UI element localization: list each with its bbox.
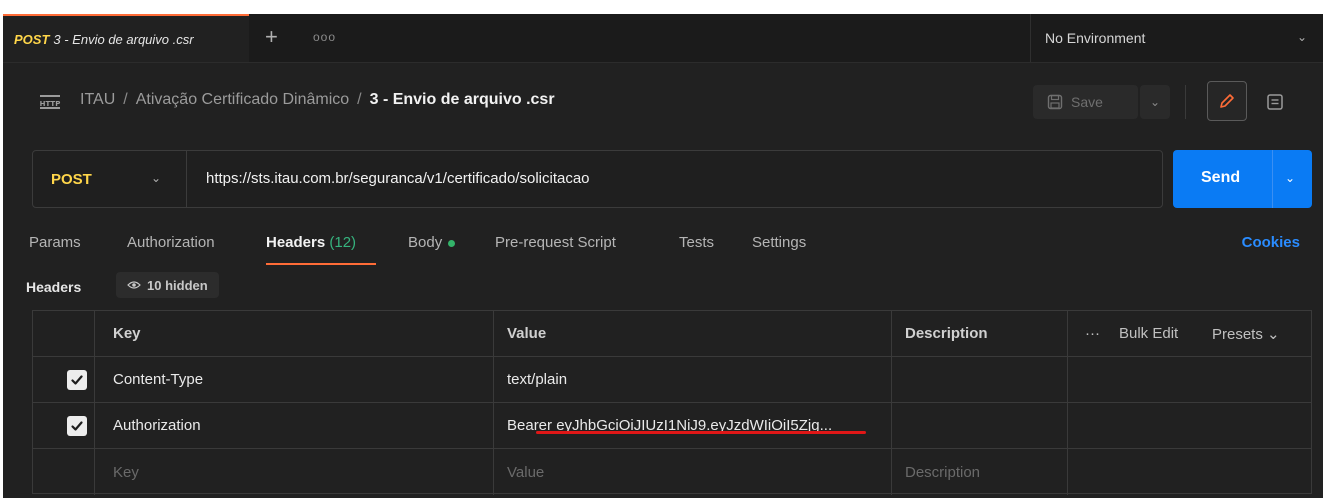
environment-label: No Environment xyxy=(1045,30,1146,46)
toolbar-divider xyxy=(1185,85,1186,119)
url-input[interactable]: https://sts.itau.com.br/seguranca/v1/cer… xyxy=(206,170,590,187)
tab-headers-label: Headers xyxy=(266,234,326,251)
method-select[interactable]: POST xyxy=(51,171,92,188)
new-tab-icon[interactable]: + xyxy=(265,24,278,50)
table-row: Authorization Bearer eyJhbGciOiJIUzI1NiJ… xyxy=(33,403,1311,449)
header-value-cell[interactable]: text/plain xyxy=(507,357,567,402)
breadcrumb: ITAU / Ativação Certificado Dinâmico / 3 - E… xyxy=(80,91,555,109)
tab-body[interactable]: Body xyxy=(408,234,456,251)
table-row: Content-Type text/plain xyxy=(33,357,1311,403)
save-options-button[interactable]: ⌄ xyxy=(1140,85,1170,119)
tab-headers-count: (12) xyxy=(329,234,357,251)
table-header-row: Key Value Description ··· Bulk Edit Pres… xyxy=(33,311,1311,357)
cookies-link[interactable]: Cookies xyxy=(1242,234,1300,251)
header-key-cell[interactable]: Authorization xyxy=(113,403,201,448)
breadcrumb-current[interactable]: 3 - Envio de arquivo .csr xyxy=(370,91,555,108)
http-icon: HTTP xyxy=(40,95,61,109)
request-tabs: Params Authorization Headers (12) Body P… xyxy=(3,220,1323,265)
document-icon xyxy=(1267,94,1283,110)
request-tab[interactable]: POST 3 - Envio de arquivo .csr xyxy=(3,14,249,62)
breadcrumb-separator: / xyxy=(357,91,362,108)
chevron-down-icon[interactable]: ⌄ xyxy=(151,171,161,185)
tab-params[interactable]: Params xyxy=(29,234,81,251)
presets-dropdown[interactable]: Presets ⌄ xyxy=(1212,311,1280,356)
column-header-key: Key xyxy=(113,325,141,342)
url-divider xyxy=(186,151,187,207)
request-url-bar: POST ⌄ https://sts.itau.com.br/seguranca… xyxy=(32,150,1163,208)
headers-table: Key Value Description ··· Bulk Edit Pres… xyxy=(32,310,1312,495)
chevron-down-icon: ⌄ xyxy=(1296,30,1307,44)
new-description-input[interactable]: Description xyxy=(905,449,980,495)
pencil-icon xyxy=(1220,94,1234,108)
row-checkbox[interactable] xyxy=(67,370,87,390)
postman-request-window: POST 3 - Envio de arquivo .csr + ooo No … xyxy=(3,14,1323,498)
chevron-down-icon[interactable]: ⌄ xyxy=(1285,171,1295,185)
headers-section-label: Headers xyxy=(26,279,82,295)
breadcrumb-row: HTTP ITAU / Ativação Certificado Dinâmico /… xyxy=(3,62,1323,148)
more-options-icon[interactable]: ··· xyxy=(1085,311,1100,356)
tab-headers[interactable]: Headers (12) xyxy=(266,234,356,251)
tab-authorization[interactable]: Authorization xyxy=(127,234,215,251)
tab-method: POST xyxy=(14,31,50,47)
active-tab-indicator xyxy=(266,263,376,265)
column-header-value: Value xyxy=(507,325,547,342)
tab-body-label: Body xyxy=(408,234,443,251)
token-annotation-underline xyxy=(536,431,866,434)
new-value-input[interactable]: Value xyxy=(507,449,544,495)
screenshot-frame: POST 3 - Envio de arquivo .csr + ooo No … xyxy=(0,0,1326,501)
row-checkbox[interactable] xyxy=(67,416,87,436)
column-header-description: Description xyxy=(905,325,988,342)
documentation-button[interactable] xyxy=(1258,85,1292,119)
save-icon xyxy=(1047,94,1063,110)
header-value-cell[interactable]: Bearer eyJhbGciOiJIUzI1NiJ9.eyJzdWIiOiI5… xyxy=(507,403,832,448)
tab-bar: POST 3 - Envio de arquivo .csr + ooo No … xyxy=(3,14,1323,63)
send-divider xyxy=(1272,150,1273,208)
breadcrumb-separator: / xyxy=(123,91,128,108)
tab-title: 3 - Envio de arquivo .csr xyxy=(53,31,194,47)
hidden-headers-label: 10 hidden xyxy=(147,277,208,293)
save-button[interactable]: Save xyxy=(1033,85,1138,119)
environment-select[interactable]: No Environment ⌄ xyxy=(1030,14,1323,62)
breadcrumb-folder[interactable]: Ativação Certificado Dinâmico xyxy=(136,91,349,108)
bulk-edit-button[interactable]: Bulk Edit xyxy=(1119,311,1178,356)
save-label: Save xyxy=(1071,94,1103,110)
tab-prerequest-script[interactable]: Pre-request Script xyxy=(495,234,616,251)
checkmark-icon xyxy=(71,375,83,385)
tab-tests[interactable]: Tests xyxy=(679,234,714,251)
eye-icon xyxy=(127,281,141,289)
new-key-input[interactable]: Key xyxy=(113,449,139,495)
body-status-dot xyxy=(448,239,456,247)
svg-text:HTTP: HTTP xyxy=(40,100,61,108)
tab-settings[interactable]: Settings xyxy=(752,234,806,251)
edit-button[interactable] xyxy=(1207,81,1247,121)
header-key-cell[interactable]: Content-Type xyxy=(113,357,203,402)
table-row-new: Key Value Description xyxy=(33,449,1311,495)
checkmark-icon xyxy=(71,421,83,431)
hidden-headers-toggle[interactable]: 10 hidden xyxy=(116,272,219,298)
chevron-down-icon: ⌄ xyxy=(1149,95,1161,109)
send-label: Send xyxy=(1201,169,1241,186)
breadcrumb-collection[interactable]: ITAU xyxy=(80,91,115,108)
send-button[interactable]: Send ⌄ xyxy=(1173,150,1312,208)
more-tabs-icon[interactable]: ooo xyxy=(313,30,336,44)
